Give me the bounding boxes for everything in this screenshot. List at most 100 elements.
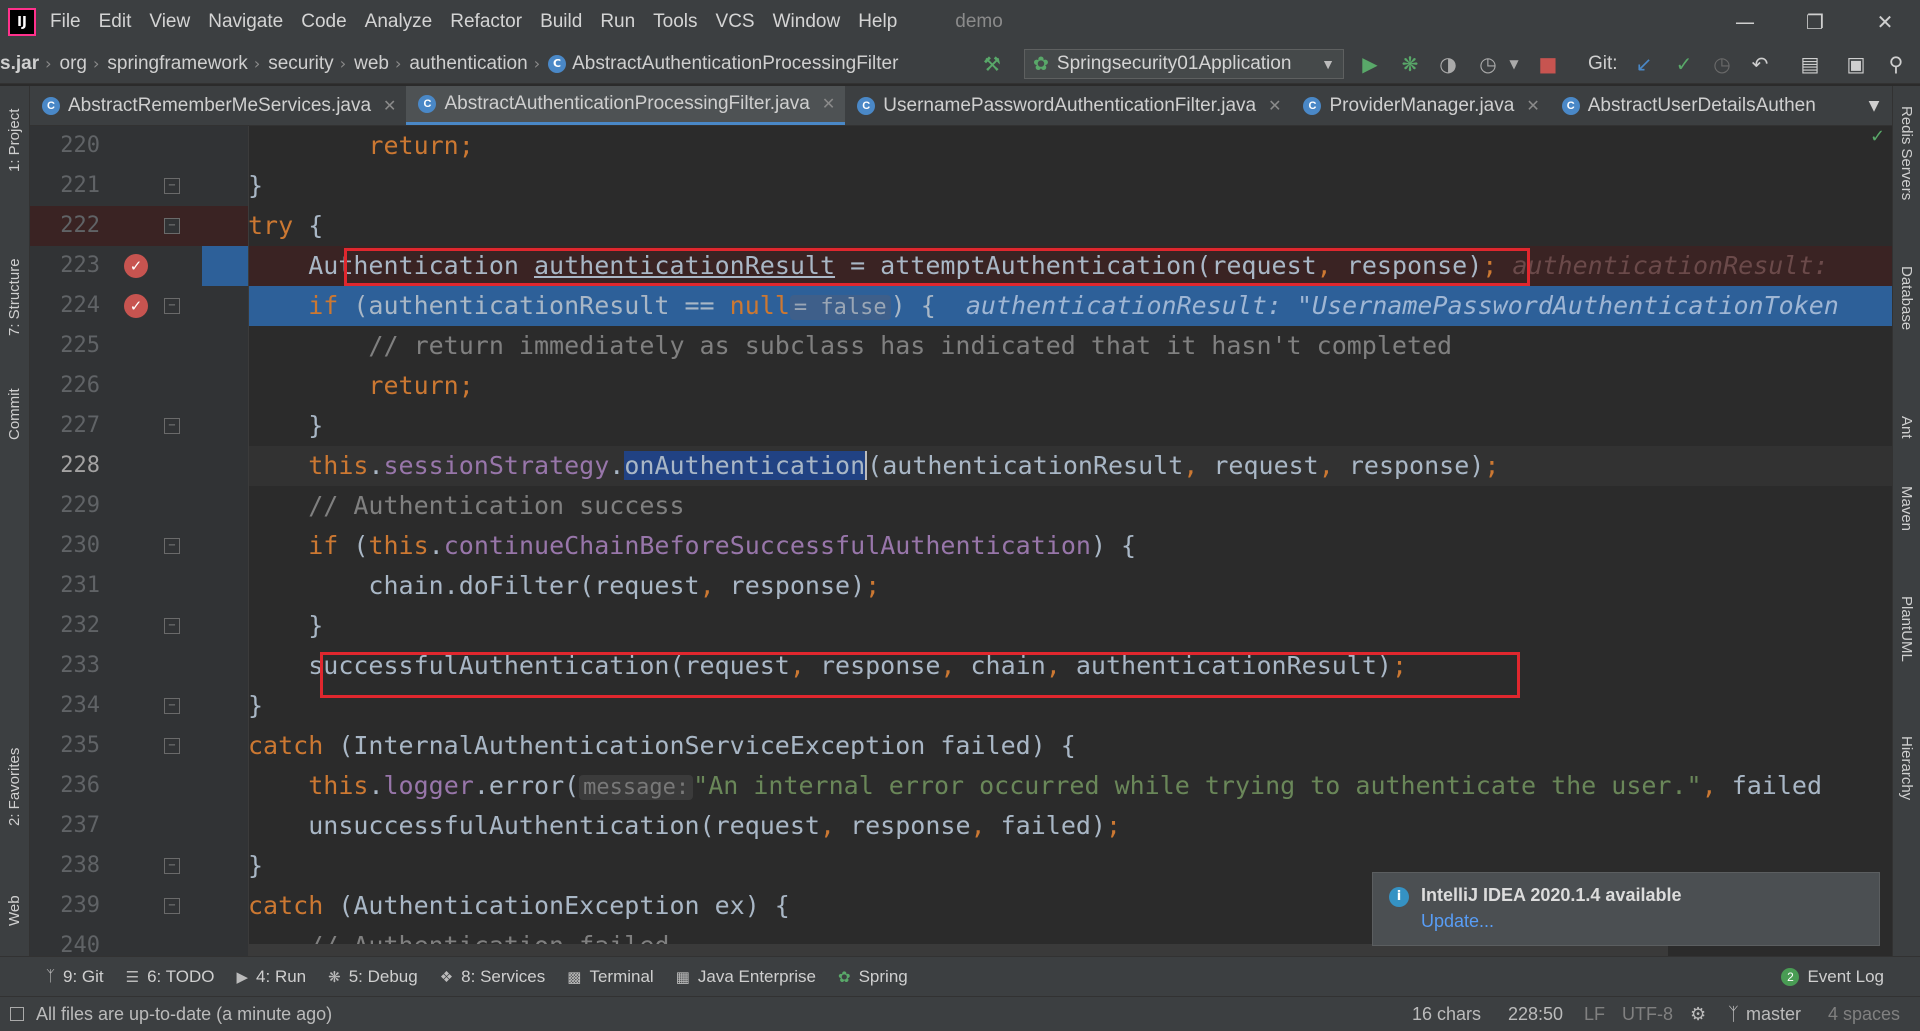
favorites-tool-button[interactable]: 2: Favorites — [6, 748, 23, 826]
commit-tool-button[interactable]: Commit — [6, 388, 23, 440]
tab-username-password-authentication-filter[interactable]: C UsernamePasswordAuthenticationFilter.j… — [845, 86, 1291, 125]
fold-icon[interactable]: − — [164, 618, 180, 634]
menu-file[interactable]: File — [50, 11, 81, 33]
menu-run[interactable]: Run — [600, 11, 635, 33]
git-commit-icon[interactable]: ✓ — [1670, 50, 1698, 78]
code-line: unsuccessfulAuthentication(request, resp… — [308, 811, 1122, 840]
line-number: 225 — [60, 333, 100, 358]
minimize-icon[interactable]: — — [1720, 6, 1770, 38]
web-tool-button[interactable]: Web — [6, 895, 23, 926]
code-editor[interactable]: return; } try { Authentication authentic… — [248, 126, 1892, 956]
file-encoding[interactable]: UTF-8 — [1622, 1004, 1673, 1025]
git-history-icon[interactable]: ◷ — [1708, 50, 1736, 78]
menu-tools[interactable]: Tools — [653, 11, 697, 33]
coverage-icon[interactable]: ◑ — [1434, 50, 1462, 78]
tool-git[interactable]: ᛉ 9: Git — [46, 967, 104, 987]
code-line: return; — [368, 131, 474, 160]
breadcrumb-web[interactable]: web — [354, 53, 389, 75]
fold-icon[interactable]: − — [164, 178, 180, 194]
fold-icon[interactable]: − — [164, 858, 180, 874]
caret-position[interactable]: 228:50 — [1508, 1004, 1563, 1025]
database-tool-button[interactable]: Database — [1898, 266, 1915, 330]
info-icon: i — [1389, 887, 1409, 907]
tab-abstract-remember-me-services[interactable]: C AbstractRememberMeServices.java ✕ — [30, 86, 406, 125]
rollback-icon[interactable]: ↶ — [1746, 50, 1774, 78]
breakpoint-icon[interactable]: ✓ — [124, 294, 148, 318]
plantuml-tool-button[interactable]: PlantUML — [1898, 596, 1915, 662]
project-structure-icon[interactable]: ▤ — [1796, 50, 1824, 78]
redis-servers-tool-button[interactable]: Redis Servers — [1898, 106, 1915, 200]
project-tool-button[interactable]: 1: Project — [6, 109, 23, 172]
fold-icon[interactable]: − — [164, 898, 180, 914]
menu-build[interactable]: Build — [540, 11, 582, 33]
tool-java-enterprise[interactable]: ▦ Java Enterprise — [676, 967, 816, 987]
gutter-line: 238 − — [30, 846, 248, 886]
fold-icon[interactable]: − — [164, 538, 180, 554]
restore-icon[interactable]: ❐ — [1790, 6, 1840, 38]
ant-tool-button[interactable]: Ant — [1898, 416, 1915, 439]
inspection-ok-icon[interactable]: ✓ — [1870, 126, 1885, 147]
close-icon[interactable]: ✕ — [1860, 6, 1910, 38]
close-icon[interactable]: ✕ — [1526, 96, 1539, 116]
run-configuration-select[interactable]: ✿ Springsecurity01Application ▼ — [1024, 49, 1344, 79]
git-update-icon[interactable]: ↙ — [1630, 50, 1658, 78]
breadcrumb-jar[interactable]: s.jar — [0, 53, 39, 75]
fold-icon[interactable]: − — [164, 418, 180, 434]
tab-abstract-authentication-processing-filter[interactable]: C AbstractAuthenticationProcessingFilter… — [406, 86, 846, 125]
menu-analyze[interactable]: Analyze — [365, 11, 433, 33]
git-branch[interactable]: master — [1746, 1004, 1801, 1025]
profile-icon[interactable]: ◷ — [1474, 50, 1502, 78]
fold-icon[interactable]: − — [164, 298, 180, 314]
build-hammer-icon[interactable]: ⚒ — [978, 50, 1006, 78]
line-number: 226 — [60, 373, 100, 398]
indent-setting[interactable]: 4 spaces — [1828, 1004, 1900, 1025]
menu-navigate[interactable]: Navigate — [208, 11, 283, 33]
tool-services[interactable]: ❖ 8: Services — [440, 967, 546, 987]
menu-help[interactable]: Help — [858, 11, 897, 33]
presentation-icon[interactable]: ▣ — [1842, 50, 1870, 78]
menu-refactor[interactable]: Refactor — [450, 11, 522, 33]
breadcrumb-authentication[interactable]: authentication — [409, 53, 527, 75]
tab-provider-manager[interactable]: C ProviderManager.java ✕ — [1291, 86, 1549, 125]
tool-spring[interactable]: ✿ Spring — [838, 967, 908, 987]
tab-abstract-user-details[interactable]: C AbstractUserDetailsAuthen — [1550, 86, 1856, 125]
chevron-down-icon[interactable]: ▼ — [1500, 50, 1528, 78]
navigation-bar: s.jar › org › springframework › security › w… — [0, 44, 1920, 84]
tool-terminal[interactable]: ▩ Terminal — [567, 967, 653, 987]
menu-code[interactable]: Code — [301, 11, 346, 33]
breadcrumb-org[interactable]: org — [60, 53, 87, 75]
run-icon[interactable]: ▶ — [1356, 50, 1384, 78]
menu-edit[interactable]: Edit — [99, 11, 132, 33]
close-icon[interactable]: ✕ — [822, 94, 835, 114]
editor-gutter: 220 221− 222− 223 ✓ 224 ✓ − 225 226 227− 22… — [30, 126, 248, 958]
fold-icon[interactable]: − — [164, 218, 180, 234]
structure-tool-button[interactable]: 7: Structure — [6, 258, 23, 336]
gutter-line: 225 — [30, 326, 248, 366]
annotation-box-successful-authentication — [320, 652, 1520, 698]
hierarchy-tool-button[interactable]: Hierarchy — [1898, 736, 1915, 800]
update-link[interactable]: Update... — [1421, 911, 1494, 932]
tool-event-log[interactable]: 2 Event Log — [1781, 967, 1884, 987]
search-icon[interactable]: ⚲ — [1882, 50, 1910, 78]
breadcrumb-security[interactable]: security — [268, 53, 333, 75]
toggle-tool-windows-icon[interactable] — [10, 1007, 24, 1021]
close-icon[interactable]: ✕ — [383, 96, 396, 116]
stop-icon[interactable]: ■ — [1534, 50, 1562, 78]
fold-icon[interactable]: − — [164, 698, 180, 714]
breadcrumb-class[interactable]: AbstractAuthenticationProcessingFilter — [572, 53, 898, 75]
tool-run[interactable]: ▶ 4: Run — [237, 967, 307, 987]
menu-view[interactable]: View — [149, 11, 190, 33]
breadcrumb-springframework[interactable]: springframework — [107, 53, 247, 75]
line-separator[interactable]: LF — [1584, 1004, 1605, 1025]
menu-window[interactable]: Window — [773, 11, 841, 33]
maven-tool-button[interactable]: Maven — [1898, 486, 1915, 531]
debug-icon[interactable]: ❋ — [1396, 50, 1424, 78]
tool-debug[interactable]: ❋ 5: Debug — [328, 967, 418, 987]
tabs-overflow-chevron-icon[interactable]: ▼ — [1856, 86, 1892, 125]
breakpoint-icon[interactable]: ✓ — [124, 254, 148, 278]
menu-vcs[interactable]: VCS — [716, 11, 755, 33]
close-icon[interactable]: ✕ — [1268, 96, 1281, 116]
hector-icon[interactable]: ⚙ — [1690, 1004, 1706, 1025]
tool-todo[interactable]: ☰ 6: TODO — [126, 967, 215, 987]
fold-icon[interactable]: − — [164, 738, 180, 754]
